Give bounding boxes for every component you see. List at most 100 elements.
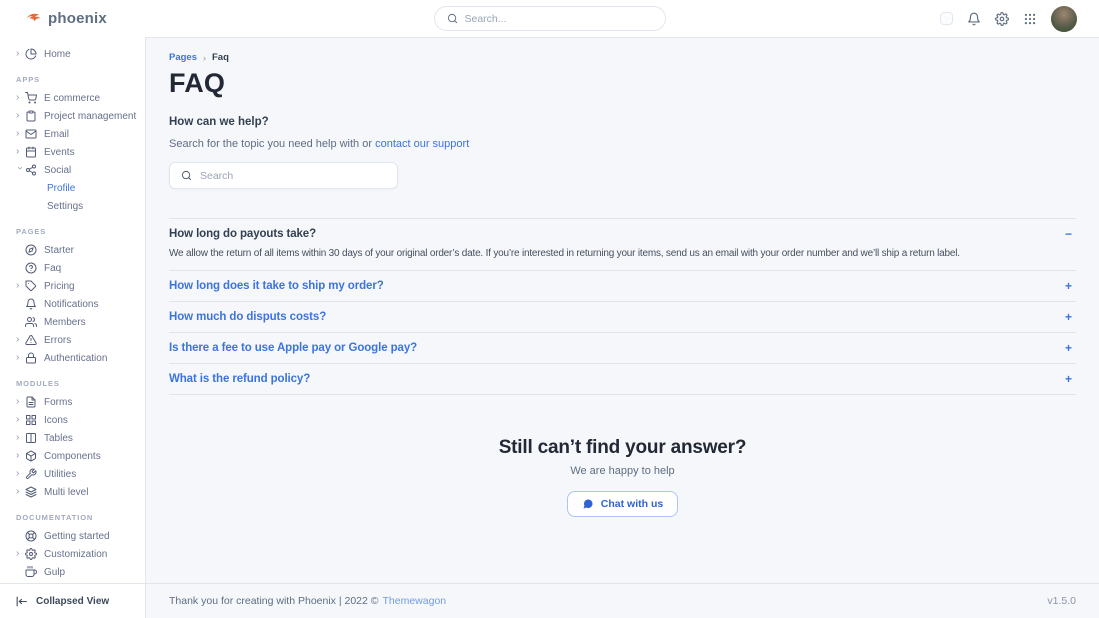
- sidebar-item-events[interactable]: › Events: [0, 143, 145, 161]
- sidebar-item-getting-started[interactable]: Getting started: [0, 527, 145, 545]
- sidebar-section-pages: PAGES: [16, 227, 145, 236]
- faq-item: How long do payouts take? − We allow the…: [169, 218, 1076, 270]
- faq-question: How much do disputs costs?: [169, 311, 326, 323]
- chevron-right-icon: ›: [16, 147, 25, 157]
- sidebar-item-label: Notifications: [44, 299, 98, 310]
- sidebar-item-ecommerce[interactable]: › E commerce: [0, 89, 145, 107]
- cta-heading: Still can’t find your answer?: [169, 437, 1076, 459]
- clipboard-icon: [25, 110, 37, 122]
- tag-icon: [25, 280, 37, 292]
- intro-heading: How can we help?: [169, 116, 1076, 128]
- chat-bubble-icon: [582, 498, 594, 510]
- sidebar-item-label: Pricing: [44, 281, 75, 292]
- breadcrumb-pages-link[interactable]: Pages: [169, 52, 197, 63]
- chevron-right-icon: ›: [16, 433, 25, 443]
- faq-answer: We allow the return of all items within …: [169, 246, 1076, 261]
- pie-chart-icon: [25, 48, 37, 60]
- sidebar-item-errors[interactable]: › Errors: [0, 331, 145, 349]
- chevron-right-icon: ›: [16, 129, 25, 139]
- sidebar-item-starter[interactable]: Starter: [0, 241, 145, 259]
- sidebar-item-home[interactable]: › Home: [0, 45, 145, 63]
- sidebar-item-icons[interactable]: › Icons: [0, 411, 145, 429]
- share-icon: [25, 164, 37, 176]
- sidebar-item-label: E commerce: [44, 93, 100, 104]
- brand-logo[interactable]: phoenix: [0, 10, 107, 27]
- alert-triangle-icon: [25, 334, 37, 346]
- chevron-right-icon: ›: [16, 415, 25, 425]
- chevron-right-icon: ›: [16, 487, 25, 497]
- chevron-right-icon: ›: [16, 93, 25, 103]
- theme-toggle[interactable]: [940, 12, 953, 25]
- sidebar-item-project-management[interactable]: › Project management: [0, 107, 145, 125]
- faq-question-row[interactable]: How long does it take to ship my order? …: [169, 280, 1076, 292]
- faq-question: Is there a fee to use Apple pay or Googl…: [169, 342, 417, 354]
- sidebar-item-components[interactable]: › Components: [0, 447, 145, 465]
- collapse-arrow-icon: [15, 595, 28, 608]
- compass-icon: [25, 244, 37, 256]
- gear-icon: [25, 548, 37, 560]
- faq-question-row[interactable]: What is the refund policy? +: [169, 373, 1076, 385]
- chevron-right-icon: ›: [16, 397, 25, 407]
- sidebar-item-faq[interactable]: Faq: [0, 259, 145, 277]
- faq-item: How long does it take to ship my order? …: [169, 270, 1076, 301]
- user-avatar[interactable]: [1051, 6, 1077, 32]
- chevron-right-icon: ›: [16, 469, 25, 479]
- faq-search-input[interactable]: [200, 170, 386, 182]
- sidebar-item-label: Multi level: [44, 487, 88, 498]
- sidebar-section-modules: MODULES: [16, 379, 145, 388]
- contact-support-link[interactable]: contact our support: [375, 138, 469, 150]
- faq-question-row[interactable]: How much do disputs costs? +: [169, 311, 1076, 323]
- sidebar-item-pricing[interactable]: › Pricing: [0, 277, 145, 295]
- global-search[interactable]: [434, 6, 666, 31]
- sidebar-item-social[interactable]: › Social: [0, 161, 145, 179]
- sidebar-item-label: Gulp: [44, 567, 65, 578]
- faq-item: What is the refund policy? +: [169, 363, 1076, 395]
- faq-question-row[interactable]: How long do payouts take? −: [169, 228, 1076, 240]
- sidebar-item-label: Project management: [44, 111, 136, 122]
- global-search-input[interactable]: [465, 13, 653, 25]
- sidebar-item-settings[interactable]: Settings: [0, 197, 145, 215]
- breadcrumb: Pages › Faq: [169, 52, 1076, 63]
- faq-accordion: How long do payouts take? − We allow the…: [169, 218, 1076, 395]
- expand-plus-icon[interactable]: +: [1065, 280, 1076, 292]
- sidebar-section-apps: APPS: [16, 75, 145, 84]
- sidebar: › Home APPS › E commerce › Project manag…: [0, 37, 146, 618]
- sidebar-item-authentication[interactable]: › Authentication: [0, 349, 145, 367]
- chat-with-us-button[interactable]: Chat with us: [567, 491, 678, 517]
- sidebar-item-members[interactable]: Members: [0, 313, 145, 331]
- sidebar-item-customization[interactable]: › Customization: [0, 545, 145, 563]
- intro-text-plain: Search for the topic you need help with …: [169, 138, 372, 150]
- chevron-right-icon: ›: [16, 451, 25, 461]
- expand-plus-icon[interactable]: +: [1065, 311, 1076, 323]
- faq-question-row[interactable]: Is there a fee to use Apple pay or Googl…: [169, 342, 1076, 354]
- faq-search[interactable]: [169, 162, 398, 189]
- sidebar-item-multi-level[interactable]: › Multi level: [0, 483, 145, 501]
- sidebar-item-email[interactable]: › Email: [0, 125, 145, 143]
- footer-version: v1.5.0: [1047, 595, 1076, 607]
- app-window: phoenix › Ho: [0, 0, 1099, 618]
- collapse-minus-icon[interactable]: −: [1065, 228, 1076, 240]
- apps-grid-icon[interactable]: [1023, 12, 1037, 26]
- collapsed-view-toggle[interactable]: Collapsed View: [0, 583, 145, 618]
- expand-plus-icon[interactable]: +: [1065, 373, 1076, 385]
- expand-plus-icon[interactable]: +: [1065, 342, 1076, 354]
- settings-gear-icon[interactable]: [995, 12, 1009, 26]
- notifications-bell-icon[interactable]: [967, 12, 981, 26]
- sidebar-item-gulp[interactable]: Gulp: [0, 563, 145, 581]
- package-icon: [25, 450, 37, 462]
- sidebar-item-profile[interactable]: Profile: [0, 179, 145, 197]
- faq-item: How much do disputs costs? +: [169, 301, 1076, 332]
- chevron-right-icon: ›: [16, 549, 25, 559]
- breadcrumb-separator: ›: [203, 53, 206, 63]
- sidebar-item-utilities[interactable]: › Utilities: [0, 465, 145, 483]
- layers-icon: [25, 486, 37, 498]
- page-footer: Thank you for creating with Phoenix | 20…: [146, 583, 1099, 618]
- sidebar-item-forms[interactable]: › Forms: [0, 393, 145, 411]
- sidebar-item-notifications[interactable]: Notifications: [0, 295, 145, 313]
- cta-section: Still can’t find your answer? We are hap…: [169, 437, 1076, 517]
- themewagon-link[interactable]: Themewagon: [383, 595, 447, 607]
- chevron-right-icon: ›: [16, 49, 25, 59]
- sidebar-item-label: Icons: [44, 415, 68, 426]
- sidebar-item-label: Email: [44, 129, 69, 140]
- sidebar-item-tables[interactable]: › Tables: [0, 429, 145, 447]
